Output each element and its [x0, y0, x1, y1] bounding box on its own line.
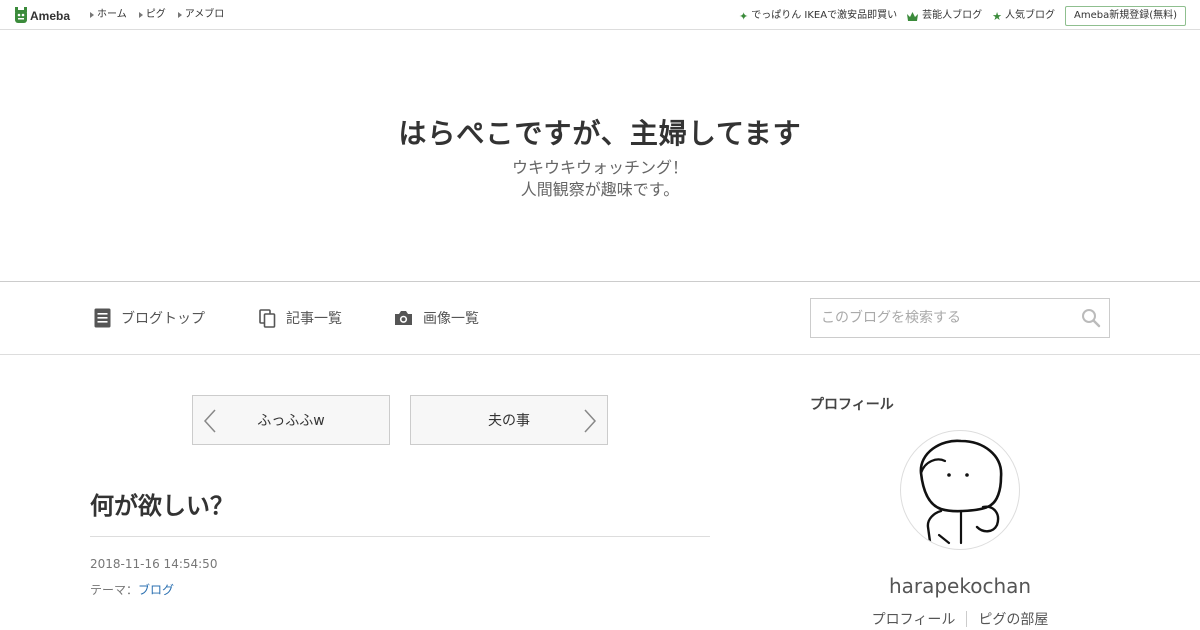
blog-description: ウキウキウォッチング！ 人間観察が趣味です。	[0, 157, 1200, 201]
logo-text: Ameba	[30, 8, 71, 23]
avatar-drawing	[919, 439, 1003, 549]
blog-header: はらぺこですが、主婦してます ウキウキウォッチング！ 人間観察が趣味です。	[0, 30, 1200, 281]
ameba-mascot-icon	[15, 7, 27, 23]
copy-pages-icon	[259, 308, 276, 328]
global-header: Ameba ホーム ピグ アメブロ ✦ でっぱりん IKEAで激安品即買い 芸能人…	[0, 0, 1200, 30]
global-right-links: ✦ でっぱりん IKEAで激安品即買い 芸能人ブログ ★ 人気ブログ Ameba新規…	[729, 6, 1186, 26]
blog-description-line: 人間観察が趣味です。	[520, 180, 680, 199]
blog-search	[810, 298, 1110, 338]
nav-image-list[interactable]: 画像一覧	[394, 308, 479, 328]
pigg-room-link[interactable]: ピグの部屋	[967, 609, 1059, 629]
nav-article-list[interactable]: 記事一覧	[259, 308, 342, 328]
sparkle-icon: ✦	[739, 9, 749, 23]
blog-title[interactable]: はらぺこですが、主婦してます	[0, 112, 1200, 152]
triangle-right-icon	[177, 12, 182, 18]
theme-prefix: テーマ：	[90, 583, 139, 597]
crown-icon	[907, 11, 919, 21]
nav-blog-top-label: ブログトップ	[121, 311, 205, 327]
popular-blog-link[interactable]: ★ 人気ブログ	[992, 10, 1055, 22]
nav-blog-top[interactable]: ブログトップ	[94, 308, 205, 328]
article-theme: テーマ：ブログ	[90, 581, 174, 598]
article-title[interactable]: 何が欲しい？	[90, 486, 234, 521]
chevron-left-icon	[203, 409, 216, 433]
chevron-right-icon	[584, 409, 597, 433]
register-button[interactable]: Ameba新規登録(無料)	[1064, 6, 1186, 26]
prev-article-label: ふっふふw	[257, 413, 325, 429]
topnav-label: ホーム	[97, 9, 127, 20]
topnav-label: ピグ	[145, 9, 166, 20]
topnav-ameblo[interactable]: アメブロ	[177, 9, 225, 21]
ameba-logo[interactable]: Ameba	[14, 7, 70, 24]
popular-blog-label: 人気ブログ	[1004, 10, 1055, 21]
nav-image-list-label: 画像一覧	[423, 311, 479, 327]
blog-nav: ブログトップ 記事一覧 画像一覧	[0, 281, 1200, 355]
next-article-button[interactable]: 夫の事	[410, 395, 608, 445]
prev-article-button[interactable]: ふっふふw	[192, 395, 390, 445]
profile-link[interactable]: プロフィール	[861, 609, 967, 629]
star-icon: ★	[992, 9, 1002, 23]
profile-links: プロフィール ピグの部屋	[810, 609, 1110, 629]
next-article-label: 夫の事	[488, 413, 530, 429]
search-icon[interactable]	[1081, 308, 1101, 328]
nav-article-list-label: 記事一覧	[286, 311, 342, 327]
search-input[interactable]	[811, 299, 1061, 337]
blog-description-line: ウキウキウォッチング！	[511, 158, 688, 177]
celebrity-blog-link[interactable]: 芸能人ブログ	[907, 10, 982, 22]
topnav-pigg[interactable]: ピグ	[138, 9, 166, 21]
triangle-right-icon	[138, 12, 143, 18]
profile-username[interactable]: harapekochan	[810, 574, 1110, 598]
divider	[90, 536, 710, 537]
featured-link[interactable]: ✦ でっぱりん IKEAで激安品即買い	[739, 10, 897, 22]
avatar[interactable]	[900, 430, 1020, 550]
theme-link[interactable]: ブログ	[138, 583, 174, 597]
camera-icon	[395, 311, 412, 325]
article-date: 2018-11-16 14:54:50	[90, 557, 218, 571]
triangle-right-icon	[90, 12, 94, 18]
topnav-home[interactable]: ホーム	[90, 9, 127, 21]
global-nav: ホーム ピグ アメブロ	[90, 9, 236, 21]
topnav-label: アメブロ	[184, 9, 225, 20]
celebrity-blog-label: 芸能人ブログ	[922, 10, 983, 21]
featured-link-label: でっぱりん IKEAで激安品即買い	[751, 10, 898, 21]
profile-heading: プロフィール	[810, 397, 894, 413]
document-icon	[94, 308, 111, 328]
